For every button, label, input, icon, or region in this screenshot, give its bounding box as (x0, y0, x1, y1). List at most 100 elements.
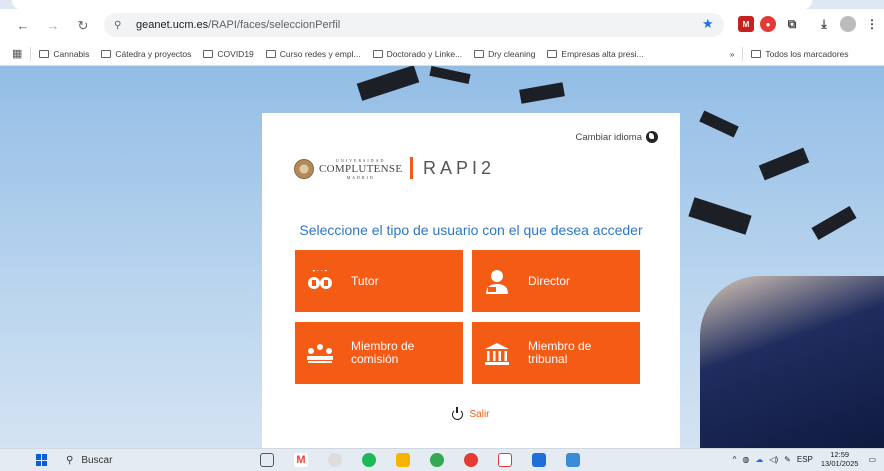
search-label: Buscar (81, 454, 113, 466)
url-field[interactable]: ⚲ geanet.ucm.es/RAPI/faces/seleccionPerf… (104, 13, 724, 37)
bookmark-label: Todos los marcadores (765, 48, 849, 59)
clock[interactable]: 12:59 13/01/2025 (821, 450, 859, 468)
power-icon (452, 407, 464, 420)
taskbar-search[interactable]: ⚲ Buscar (66, 455, 112, 466)
apps-grid-icon[interactable]: ▦ (12, 47, 22, 60)
windows-start-icon[interactable] (36, 454, 48, 466)
app-icon[interactable] (328, 453, 342, 467)
app-name: RAPI2 (410, 157, 495, 179)
pen-icon[interactable]: ✎ (784, 455, 791, 464)
file-explorer-icon[interactable] (396, 453, 410, 467)
clock-time: 12:59 (830, 450, 850, 459)
committee-label-line1: Miembro de (351, 339, 415, 353)
graduates-photo (700, 276, 884, 448)
divider (742, 46, 744, 61)
bookmark-star-icon[interactable]: ★ (702, 16, 714, 32)
network-icon[interactable]: ◍ (742, 455, 749, 464)
tray-chevron-icon[interactable]: ^ (733, 455, 737, 464)
folder-icon (547, 49, 558, 58)
court-label: Miembro de tribunal (528, 340, 591, 366)
folder-icon (751, 49, 762, 58)
site-info-icon[interactable]: ⚲ (114, 20, 130, 31)
committee-label-line2: comisión (351, 352, 399, 366)
bookmark-item[interactable]: Doctorado y Linke... (372, 49, 462, 59)
bookmark-label: Cátedra y proyectos (115, 48, 192, 59)
extensions-puzzle-icon[interactable]: ⧉ (784, 16, 800, 32)
profile-avatar[interactable] (840, 16, 856, 32)
logout-label: Salir (469, 409, 490, 420)
search-icon: ⚲ (66, 454, 74, 466)
notifications-icon[interactable]: ▭ (868, 455, 876, 464)
folder-icon (39, 49, 50, 58)
extension-m-icon[interactable]: M (738, 16, 754, 32)
court-icon (484, 342, 510, 365)
director-button[interactable]: Director (472, 250, 640, 312)
all-bookmarks-item[interactable]: Todos los marcadores (751, 48, 849, 59)
director-icon (484, 270, 510, 294)
language-indicator[interactable]: ESP (797, 455, 813, 464)
globe-icon (646, 131, 658, 143)
url-path: /RAPI/faces/seleccionPerfil (208, 19, 341, 31)
login-card: Cambiar idioma UNIVERSIDAD COMPLUTENSE M… (262, 113, 680, 448)
committee-label: Miembro de comisión (351, 340, 414, 366)
folder-icon (203, 49, 214, 58)
committee-member-button[interactable]: Miembro de comisión (295, 322, 463, 384)
divider (30, 46, 32, 61)
graduation-cap-image (356, 66, 420, 101)
bookmark-item[interactable]: Cannabis (39, 49, 89, 59)
page-background: Cambiar idioma UNIVERSIDAD COMPLUTENSE M… (0, 66, 884, 448)
university-seal-icon (294, 159, 314, 179)
graduation-cap-image (811, 205, 857, 241)
committee-icon (307, 342, 333, 364)
bookmark-item[interactable]: Curso redes y empl... (265, 48, 361, 59)
onedrive-icon[interactable]: ☁ (755, 455, 763, 464)
tutor-button[interactable]: Tutor (295, 250, 463, 312)
change-language-label: Cambiar idioma (575, 131, 642, 143)
back-arrow-icon[interactable]: ← (12, 15, 34, 37)
volume-icon[interactable]: ◁) (769, 455, 778, 464)
logo-city-text: MADRID (346, 175, 375, 180)
clock-date: 13/01/2025 (820, 459, 859, 468)
url-host: geanet.ucm.es (136, 19, 209, 31)
folder-icon (101, 49, 112, 58)
bookmark-label: COVID19 (217, 48, 254, 59)
director-label: Director (528, 273, 571, 288)
logo-big-text: COMPLUTENSE (319, 163, 403, 175)
bookmark-label: Curso redes y empl... (279, 48, 361, 59)
download-icon[interactable]: ⤓ (816, 16, 832, 32)
extension-adblock-icon[interactable]: ● (760, 16, 776, 32)
bookmark-item[interactable]: Dry cleaning (474, 49, 535, 59)
task-view-icon[interactable] (260, 453, 274, 467)
bookmark-label: Dry cleaning (488, 48, 536, 59)
graduation-cap-image (429, 66, 471, 85)
folder-icon (265, 49, 276, 58)
bookmark-item[interactable]: COVID19 (203, 48, 254, 59)
pdf-reader-icon[interactable] (498, 453, 512, 467)
reload-icon[interactable]: ↻ (72, 15, 94, 37)
bookmarks-bar: ▦ Cannabis Cátedra y proyectos COVID19 C… (0, 42, 884, 66)
graduation-cap-image (758, 147, 810, 181)
forward-arrow-icon[interactable]: → (42, 15, 64, 37)
photos-icon[interactable] (566, 453, 580, 467)
bookmark-item[interactable]: Cátedra y proyectos (101, 49, 191, 59)
bookmarks-overflow-button[interactable]: » (730, 49, 735, 59)
user-type-question: Seleccione el tipo de usuario con el que… (299, 222, 643, 238)
folder-icon (372, 49, 383, 58)
folder-icon (474, 49, 485, 58)
graduation-cap-image (688, 197, 752, 235)
court-label-line1: Miembro de (528, 339, 592, 353)
menu-kebab-icon[interactable]: ⋮ (864, 16, 880, 32)
gmail-icon[interactable]: M (294, 453, 308, 467)
university-logo: UNIVERSIDAD COMPLUTENSE MADRID (294, 158, 402, 180)
app-icon-red[interactable] (464, 453, 478, 467)
logout-link[interactable]: Salir (262, 407, 680, 420)
chrome-icon[interactable] (430, 453, 444, 467)
change-language-link[interactable]: Cambiar idioma (575, 131, 658, 143)
spotify-icon[interactable] (362, 453, 376, 467)
system-tray: ^ ◍ ☁ ◁) ✎ ESP 12:59 13/01/2025 ▭ (733, 450, 876, 468)
court-member-button[interactable]: Miembro de tribunal (472, 322, 640, 384)
bookmark-item[interactable]: Empresas alta presi... (547, 48, 644, 59)
word-icon[interactable] (532, 453, 546, 467)
bookmark-label: Empresas alta presi... (561, 48, 644, 59)
tutor-label: Tutor (351, 273, 379, 288)
